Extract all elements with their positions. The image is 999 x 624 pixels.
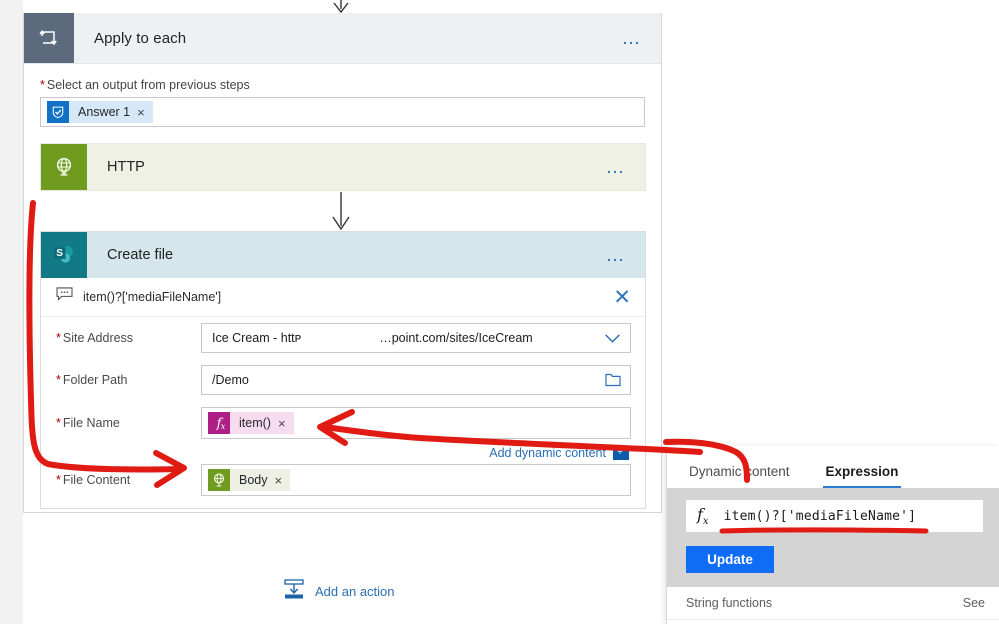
field-folder-path: * Folder Path /Demo xyxy=(41,359,645,401)
svg-text:x: x xyxy=(221,422,226,431)
expression-input-value: item()?['mediaFileName'] xyxy=(723,508,917,524)
field-site-address-label-text: Site Address xyxy=(62,331,134,345)
expression-flyout-panel: Dynamic content Expression fx item()?['m… xyxy=(666,446,999,624)
site-address-value-left: Ice Cream - httᴘ xyxy=(212,331,302,345)
file-content-token-wrap: Body × xyxy=(202,469,291,491)
expression-editor-area: fx item()?['mediaFileName'] Update xyxy=(667,488,999,587)
create-file-action-card: S Create file … item()?['mediaFileName'] xyxy=(40,231,646,509)
expression-input[interactable]: fx item()?['mediaFileName'] xyxy=(686,500,983,532)
required-asterisk: * xyxy=(56,416,61,430)
create-file-body: item()?['mediaFileName'] ✕ * Site Address… xyxy=(41,278,645,508)
field-file-content-label-text: File Content xyxy=(62,473,131,487)
field-file-name-label-text: File Name xyxy=(62,416,120,430)
required-asterisk: * xyxy=(56,473,61,487)
create-file-overflow-menu[interactable]: … xyxy=(606,246,646,265)
section-string-functions-title: String functions xyxy=(686,596,773,610)
field-folder-path-label-text: Folder Path xyxy=(62,373,128,387)
sharepoint-icon: S xyxy=(41,232,87,278)
site-address-dropdown[interactable]: Ice Cream - httᴘ …point.com/sites/IceCre… xyxy=(201,323,631,353)
tab-dynamic-content[interactable]: Dynamic content xyxy=(686,464,793,488)
create-file-action-title: Create file xyxy=(107,247,174,263)
add-an-action-button[interactable]: Add an action xyxy=(283,578,395,605)
flyout-tablist: Dynamic content Expression xyxy=(667,446,999,488)
field-folder-path-label: * Folder Path xyxy=(56,373,201,387)
section-string-functions[interactable]: String functions See xyxy=(667,587,999,620)
required-asterisk: * xyxy=(56,331,61,345)
svg-text:S: S xyxy=(56,248,63,259)
field-site-address: * Site Address Ice Cream - httᴘ …point.co… xyxy=(41,317,645,359)
site-address-value-right: …point.com/sites/IceCream xyxy=(379,331,533,345)
add-dynamic-content-badge[interactable]: + xyxy=(613,446,629,460)
token-body[interactable]: Body × xyxy=(208,469,291,491)
comment-icon xyxy=(56,287,73,307)
tab-expression[interactable]: Expression xyxy=(822,464,902,488)
folder-picker-icon[interactable] xyxy=(605,373,630,387)
token-item-label: item() xyxy=(239,416,271,430)
token-body-remove[interactable]: × xyxy=(275,473,291,488)
token-item-remove[interactable]: × xyxy=(278,416,294,431)
update-button[interactable]: Update xyxy=(686,546,774,573)
add-dynamic-content-link[interactable]: Add dynamic content xyxy=(489,446,606,460)
section-string-functions-see-more[interactable]: See xyxy=(963,596,985,610)
folder-path-value: /Demo xyxy=(212,373,249,387)
chevron-down-icon[interactable] xyxy=(604,333,630,344)
field-file-name: * File Name f x item() × xyxy=(41,401,645,445)
file-content-input[interactable]: Body × xyxy=(201,464,631,496)
create-file-action-header[interactable]: S Create file … xyxy=(41,232,645,278)
file-name-input[interactable]: f x item() × xyxy=(201,407,631,439)
create-file-comment-row: item()?['mediaFileName'] ✕ xyxy=(41,278,645,317)
add-dynamic-content-row: Add dynamic content + xyxy=(41,445,645,462)
fx-expression-icon: f x xyxy=(208,412,230,434)
field-file-content: * File Content Body × xyxy=(41,462,645,508)
file-name-token-wrap: f x item() × xyxy=(202,412,294,434)
token-item-expression[interactable]: f x item() × xyxy=(208,412,294,434)
field-file-name-label: * File Name xyxy=(56,416,201,430)
fx-expression-icon: fx xyxy=(697,504,709,528)
field-file-content-label: * File Content xyxy=(56,473,201,487)
add-action-icon xyxy=(283,578,305,605)
folder-path-input[interactable]: /Demo xyxy=(201,365,631,395)
close-icon[interactable]: ✕ xyxy=(613,287,631,308)
add-an-action-label: Add an action xyxy=(315,584,395,599)
globe-icon xyxy=(208,469,230,491)
create-file-comment-text: item()?['mediaFileName'] xyxy=(83,290,222,304)
flow-designer-canvas: Apply to each … * Select an output from p… xyxy=(0,0,999,624)
token-body-label: Body xyxy=(239,473,268,487)
field-site-address-label: * Site Address xyxy=(56,331,201,345)
required-asterisk: * xyxy=(56,373,61,387)
